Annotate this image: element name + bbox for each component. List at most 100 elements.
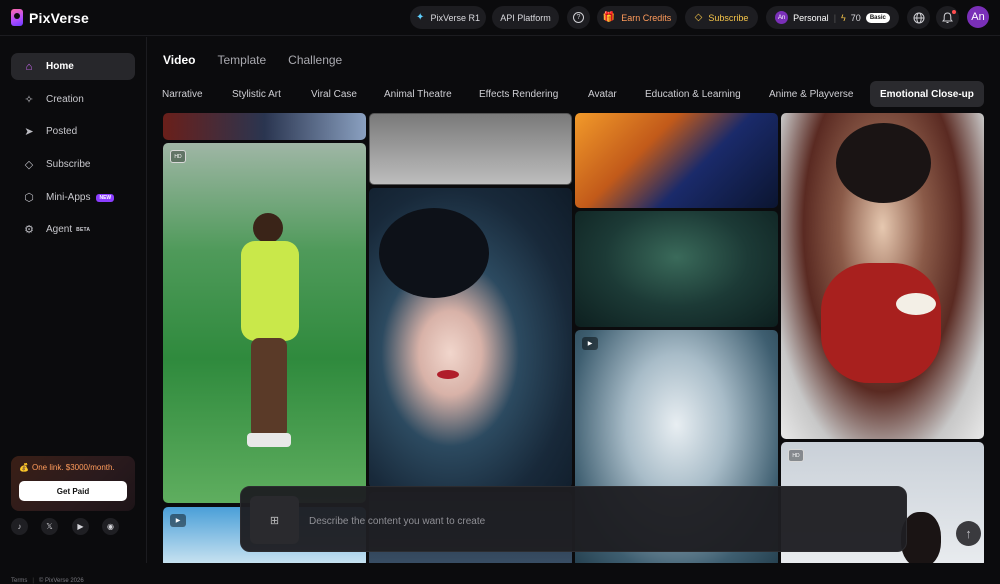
x-icon[interactable]: 𝕏 <box>41 518 58 535</box>
sidebar-item-mini-apps[interactable]: ⬡ Mini-Apps NEW <box>11 184 135 211</box>
account-switcher[interactable]: An Personal | ϟ 70 Basic <box>766 6 899 29</box>
credits-count: 70 <box>850 12 861 23</box>
category-animal-theatre[interactable]: Animal Theatre <box>384 81 452 107</box>
category-stylistic-art[interactable]: Stylistic Art <box>232 81 281 107</box>
prompt-input[interactable] <box>309 514 709 528</box>
video-thumbnail[interactable] <box>575 113 778 208</box>
earn-credits-button[interactable]: 🎁 Earn Credits <box>597 6 677 29</box>
bell-icon <box>942 11 953 23</box>
promo-card: 💰 One link. $3000/month. Get Paid <box>11 456 135 511</box>
lips-shape <box>437 370 459 379</box>
video-thumbnail[interactable] <box>575 211 778 327</box>
divider: | <box>833 12 837 23</box>
pixverse-logo-icon <box>11 9 23 26</box>
subscribe-label: Subscribe <box>708 12 749 23</box>
hair-shape <box>379 208 489 298</box>
category-viral-case[interactable]: Viral Case <box>311 81 357 107</box>
diamond-icon: ◇ <box>694 11 703 23</box>
beta-badge: BETA <box>76 226 91 233</box>
earn-credits-label: Earn Credits <box>621 12 672 23</box>
tiktok-icon[interactable]: ♪ <box>11 518 28 535</box>
video-thumbnail[interactable] <box>369 188 572 488</box>
discord-icon[interactable]: ◉ <box>102 518 119 535</box>
sidebar-item-agent[interactable]: ⚙ Agent BETA <box>11 216 135 243</box>
api-platform-label: API Platform <box>500 12 551 23</box>
video-icon: ▶ <box>170 514 186 527</box>
video-thumbnail[interactable] <box>781 113 984 439</box>
category-effects-rendering[interactable]: Effects Rendering <box>479 81 558 107</box>
arrow-up-icon: ↑ <box>965 526 972 541</box>
gift-icon: 🎁 <box>602 11 616 23</box>
hair-shape <box>901 512 941 563</box>
main-content: Video Template Challenge Narrative Styli… <box>148 37 1000 563</box>
diamond-icon: ◇ <box>24 159 34 171</box>
upload-image-button[interactable]: ⊞ <box>250 496 299 544</box>
video-icon: ▶ <box>582 337 598 350</box>
image-upload-icon: ⊞ <box>269 514 280 527</box>
top-bar: PixVerse ✦ PixVerse R1 API Platform ? 🎁 … <box>0 0 1000 36</box>
agent-icon: ⚙ <box>24 224 34 236</box>
figure-legs <box>251 338 287 438</box>
sidebar-item-label: Agent <box>46 224 73 235</box>
sparkle-icon: ✦ <box>416 11 425 23</box>
category-avatar[interactable]: Avatar <box>588 81 617 107</box>
sidebar-item-label: Posted <box>46 126 78 137</box>
figure-shoes <box>247 433 291 447</box>
plan-badge: Basic <box>865 12 890 23</box>
sidebar-item-home[interactable]: ⌂ Home <box>11 53 135 80</box>
get-paid-button[interactable]: Get Paid <box>19 481 127 501</box>
hd-badge: HD <box>788 449 804 462</box>
notifications-button[interactable] <box>936 6 959 29</box>
video-thumbnail[interactable] <box>369 113 572 185</box>
money-bag-icon: 💰 <box>19 463 29 472</box>
sidebar-item-label: Home <box>46 61 74 72</box>
cube-icon: ⬡ <box>24 192 34 204</box>
pixverse-r1-button[interactable]: ✦ PixVerse R1 <box>410 6 486 29</box>
figure-head <box>253 213 283 243</box>
user-avatar[interactable]: An <box>967 6 989 28</box>
subscribe-button[interactable]: ◇ Subscribe <box>685 6 758 29</box>
sidebar-item-label: Mini-Apps <box>46 192 91 203</box>
app-name: PixVerse <box>29 9 89 26</box>
sidebar: ⌂ Home ✧ Creation ➤ Posted ◇ Subscribe ⬡… <box>0 37 147 584</box>
promo-text: One link. $3000/month. <box>31 463 115 472</box>
account-name: Personal <box>793 12 829 23</box>
send-icon: ➤ <box>24 126 34 138</box>
tab-challenge[interactable]: Challenge <box>288 53 342 67</box>
logo[interactable]: PixVerse <box>11 9 89 26</box>
lightning-icon: ϟ <box>841 12 846 23</box>
tab-template[interactable]: Template <box>217 53 266 67</box>
tab-video[interactable]: Video <box>163 53 195 67</box>
content-tabs: Video Template Challenge <box>163 53 342 67</box>
category-narrative[interactable]: Narrative <box>162 81 203 107</box>
terms-link[interactable]: Terms <box>11 578 27 584</box>
sidebar-item-posted[interactable]: ➤ Posted <box>11 118 135 145</box>
new-badge: NEW <box>96 193 115 202</box>
pixverse-r1-label: PixVerse R1 <box>430 12 480 23</box>
prompt-bar: ⊞ <box>240 486 907 552</box>
notification-dot <box>952 10 956 14</box>
category-emotional-close-up[interactable]: Emotional Close-up <box>870 81 984 107</box>
help-button[interactable]: ? <box>567 6 590 29</box>
sidebar-item-label: Subscribe <box>46 159 91 170</box>
language-button[interactable] <box>907 6 930 29</box>
sparkle-icon: ✧ <box>24 94 34 106</box>
figure-jacket <box>241 241 299 341</box>
video-thumbnail[interactable] <box>163 113 366 140</box>
category-tabs: Narrative Stylistic Art Viral Case Anima… <box>148 81 1000 107</box>
question-icon: ? <box>573 12 584 23</box>
scroll-to-top-button[interactable]: ↑ <box>956 521 981 546</box>
footer-links: Terms | © PixVerse 2026 <box>11 578 84 584</box>
video-thumbnail[interactable]: HD <box>163 143 366 503</box>
promo-text-row: 💰 One link. $3000/month. <box>19 463 127 472</box>
bowl-shape <box>896 293 936 315</box>
api-platform-button[interactable]: API Platform <box>492 6 559 29</box>
youtube-icon[interactable]: ▶ <box>72 518 89 535</box>
account-avatar: An <box>775 11 789 24</box>
globe-icon <box>913 12 924 23</box>
sidebar-item-subscribe[interactable]: ◇ Subscribe <box>11 151 135 178</box>
hd-badge: HD <box>170 150 186 163</box>
category-education-learning[interactable]: Education & Learning <box>645 81 741 107</box>
sidebar-item-creation[interactable]: ✧ Creation <box>11 86 135 113</box>
category-anime-playverse[interactable]: Anime & Playverse <box>769 81 853 107</box>
